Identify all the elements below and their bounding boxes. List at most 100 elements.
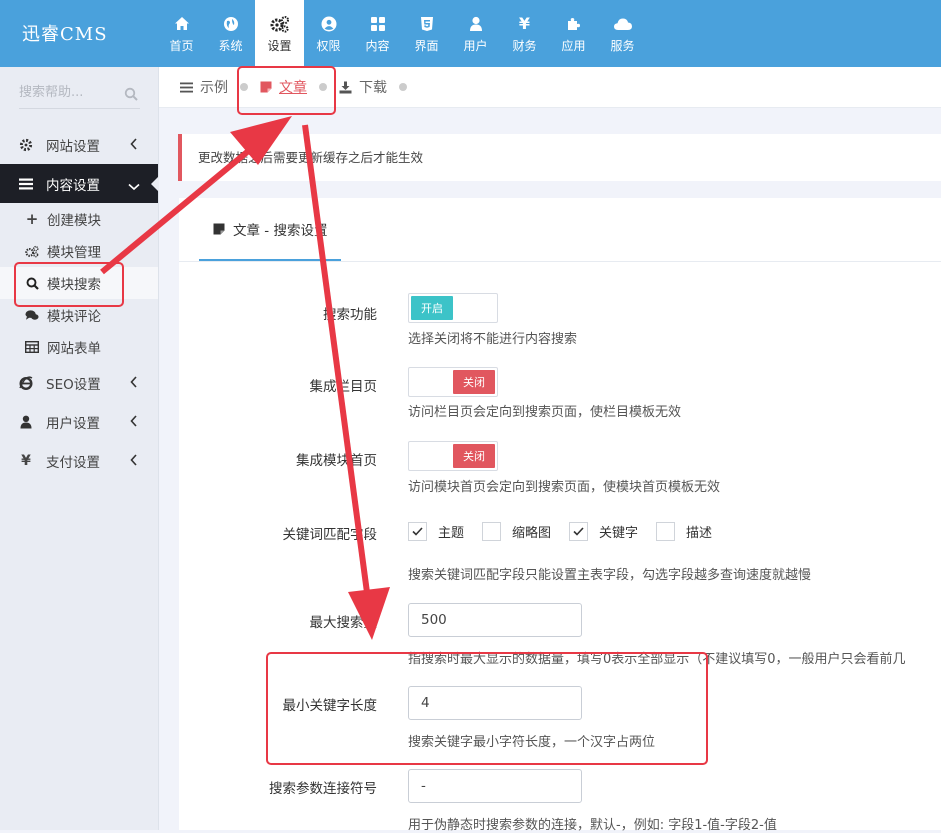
toggle-state: 关闭 (453, 444, 495, 468)
user-icon (469, 14, 483, 34)
checkbox-box[interactable] (408, 522, 427, 541)
nav-settings[interactable]: 设置 (255, 0, 304, 67)
top-bar: 迅睿CMS 首页 系统 设置 权限 内容 界面 用户 ¥ 财务 应用 服务 (0, 0, 941, 67)
nav-users[interactable]: 用户 (451, 0, 500, 67)
checkbox-label: 描述 (686, 526, 713, 541)
param-separator-input[interactable] (408, 769, 582, 803)
tab-divider (179, 261, 941, 262)
puzzle-icon (566, 14, 582, 34)
field-label: 集成模块首页 (296, 453, 377, 469)
category-page-toggle[interactable]: 关闭 (408, 367, 498, 397)
field-help: 搜索关键词匹配字段只能设置主表字段，勾选字段越多查询速度就越慢 (408, 568, 812, 583)
crumb-label: 示例 (200, 80, 228, 96)
bars-icon (180, 82, 193, 93)
user-icon (19, 415, 33, 429)
sidebar-item-seo-settings[interactable]: SEO设置 (0, 363, 158, 402)
chevron-left-icon (130, 376, 138, 392)
brand-logo[interactable]: 迅睿CMS (22, 20, 108, 46)
field-label: 最大搜索量 (309, 615, 378, 631)
nav-content[interactable]: 内容 (353, 0, 402, 67)
comments-icon (25, 309, 39, 322)
home-icon (174, 14, 190, 34)
sidebar-item-label: SEO设置 (46, 376, 101, 393)
max-results-input[interactable] (408, 603, 582, 637)
checkbox-keywords[interactable]: 关键字 (569, 522, 638, 541)
sidebar-item-label: 网站设置 (46, 138, 100, 155)
sidebar-subitem-label: 模块管理 (47, 245, 101, 261)
sidebar-item-user-settings[interactable]: 用户设置 (0, 402, 158, 441)
sidebar-item-content-settings[interactable]: 内容设置 (0, 164, 159, 203)
sidebar-subitem-label: 网站表单 (47, 341, 101, 357)
grid-icon (370, 14, 386, 34)
html5-icon (420, 14, 434, 34)
sidebar-subitem-site-forms[interactable]: 网站表单 (0, 331, 158, 363)
nav-label: 内容 (365, 38, 390, 53)
highlight-box-min-keyword (266, 652, 708, 765)
sidebar-subitem-label: 创建模块 (47, 213, 101, 229)
globe-icon (223, 14, 239, 34)
sidebar-item-label: 用户设置 (46, 415, 100, 432)
field-label: 搜索参数连接符号 (269, 781, 377, 797)
checkbox-label: 主题 (438, 526, 465, 541)
search-input[interactable]: 搜索帮助... (19, 83, 140, 109)
field-help: 用于伪静态时搜索参数的连接，默认-，例如: 字段1-值-字段2-值 (408, 818, 777, 833)
sticky-note-icon (213, 223, 225, 235)
sidebar-item-label: 支付设置 (46, 454, 100, 471)
plus-icon: + (25, 210, 39, 228)
tab-article-search-settings[interactable]: 文章 - 搜索设置 (199, 198, 342, 262)
chevron-down-icon (128, 179, 140, 195)
gear-icon (19, 138, 33, 152)
yen-icon: ¥ (21, 452, 31, 469)
search-placeholder: 搜索帮助... (19, 85, 84, 100)
user-circle-icon (321, 14, 337, 34)
cogs-icon (270, 14, 290, 34)
crumb-label: 下载 (359, 80, 387, 96)
chevron-left-icon (130, 454, 138, 470)
top-nav: 首页 系统 设置 权限 内容 界面 用户 ¥ 财务 应用 服务 (157, 0, 647, 67)
checkbox-thumbnail[interactable]: 缩略图 (482, 522, 551, 541)
checkbox-box[interactable] (482, 522, 502, 541)
sidebar-subitem-create-module[interactable]: + 创建模块 (0, 203, 158, 235)
bars-icon (19, 178, 33, 190)
nav-label: 设置 (267, 38, 292, 53)
nav-permissions[interactable]: 权限 (304, 0, 353, 67)
checkbox-description[interactable]: 描述 (656, 522, 712, 541)
search-function-toggle[interactable]: 开启 (408, 293, 498, 323)
sidebar-item-label: 内容设置 (46, 177, 100, 194)
module-home-toggle[interactable]: 关闭 (408, 441, 498, 471)
nav-apps[interactable]: 应用 (549, 0, 598, 67)
field-label: 关键词匹配字段 (282, 527, 378, 543)
nav-label: 界面 (414, 38, 439, 53)
sidebar-item-site-settings[interactable]: 网站设置 (0, 125, 158, 164)
checkbox-box[interactable] (569, 522, 589, 541)
search-icon[interactable] (124, 87, 138, 108)
nav-interface[interactable]: 界面 (402, 0, 451, 67)
cogs-icon (25, 245, 39, 258)
checkbox-title[interactable]: 主题 (408, 522, 464, 541)
sidebar-item-payment-settings[interactable]: ¥ 支付设置 (0, 441, 158, 480)
table-icon (25, 341, 39, 353)
nav-label: 财务 (512, 38, 537, 53)
nav-services[interactable]: 服务 (598, 0, 647, 67)
sidebar: 搜索帮助... 网站设置 内容设置 + 创建模块 模块管理 模块搜索 模块评论 (0, 67, 159, 830)
nav-label: 首页 (169, 38, 194, 53)
nav-home[interactable]: 首页 (157, 0, 206, 67)
yen-icon: ¥ (518, 14, 531, 33)
checkbox-box[interactable] (656, 522, 676, 541)
toggle-state: 开启 (411, 296, 453, 320)
nav-label: 服务 (610, 38, 635, 53)
highlight-box-article-crumb (237, 66, 336, 115)
crumb-download[interactable]: 下载 (339, 77, 387, 97)
nav-system[interactable]: 系统 (206, 0, 255, 67)
cache-alert: 更改数据之后需要更新缓存之后才能生效 (178, 134, 941, 181)
ie-icon (19, 375, 33, 390)
field-help: 选择关闭将不能进行内容搜索 (408, 332, 578, 347)
match-fields-checkboxes: 主题 缩略图 关键字 描述 (408, 522, 730, 541)
cloud-icon (613, 14, 633, 34)
field-label: 搜索功能 (323, 307, 377, 323)
field-help: 访问栏目页会定向到搜索页面，使栏目模板无效 (408, 405, 682, 420)
crumb-example[interactable]: 示例 (180, 77, 228, 97)
nav-finance[interactable]: ¥ 财务 (500, 0, 549, 67)
highlight-box-module-search (14, 262, 124, 307)
nav-label: 应用 (561, 38, 586, 53)
